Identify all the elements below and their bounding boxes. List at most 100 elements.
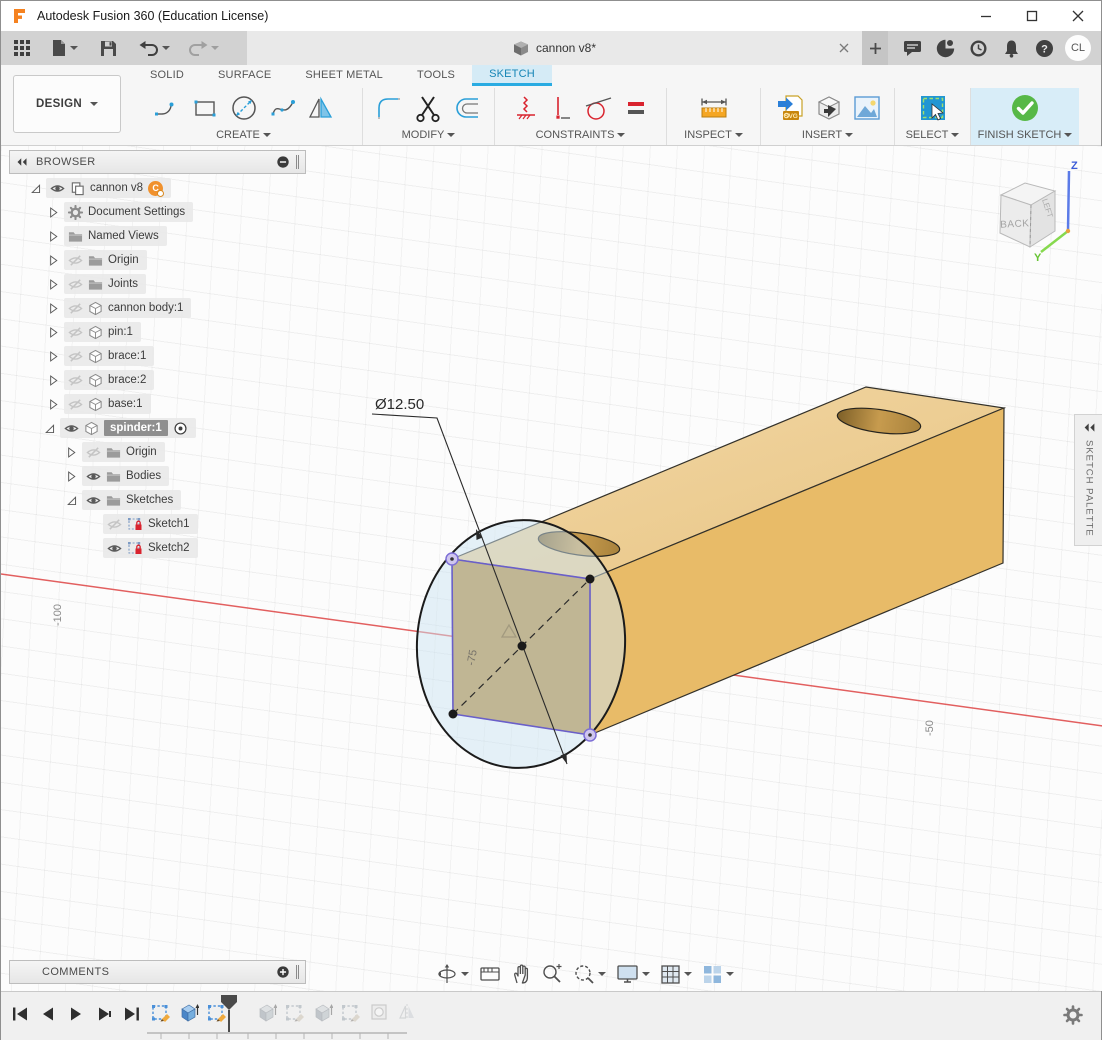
job-status-button[interactable] — [896, 31, 929, 65]
expander-closed-icon[interactable] — [47, 254, 60, 267]
tree-item-brace-2[interactable]: brace:2 — [9, 368, 306, 392]
document-tab-close-button[interactable] — [836, 40, 852, 56]
tab-tools[interactable]: TOOLS — [400, 65, 472, 86]
mirror-tool-icon[interactable] — [306, 93, 336, 123]
minimize-button[interactable] — [963, 1, 1009, 31]
visibility-off-icon[interactable] — [68, 373, 83, 388]
tab-surface[interactable]: SURFACE — [201, 65, 288, 86]
extensions-button[interactable] — [929, 31, 962, 65]
tree-item-spinder-1[interactable]: spinder:1 — [9, 416, 306, 440]
timeline-sketch-feature-1[interactable] — [147, 1000, 175, 1024]
collapse-all-icon[interactable] — [276, 155, 290, 169]
go-to-start-button[interactable] — [9, 1002, 31, 1026]
expander-closed-icon[interactable] — [47, 350, 60, 363]
app-grid-menu-button[interactable] — [7, 31, 37, 65]
zoom-button[interactable] — [538, 961, 566, 987]
visibility-off-icon[interactable] — [68, 253, 83, 268]
orbit-button[interactable] — [433, 961, 472, 987]
save-button[interactable] — [94, 31, 123, 65]
visibility-off-icon[interactable] — [68, 397, 83, 412]
view-cube[interactable]: BACK LEFT Z Y — [989, 159, 1101, 274]
timeline-sketch-feature-4[interactable] — [337, 1000, 365, 1024]
comments-bar[interactable]: COMMENTS — [9, 960, 306, 984]
display-settings-button[interactable] — [613, 961, 653, 987]
fillet-tool-icon[interactable] — [374, 93, 404, 123]
viewcube-back-face[interactable]: BACK — [1000, 218, 1030, 231]
tree-item-cannon-body-1[interactable]: cannon body:1 — [9, 296, 306, 320]
tree-item-cannon-v8[interactable]: cannon v8 C — [9, 176, 306, 200]
expander-closed-icon[interactable] — [47, 398, 60, 411]
visibility-off-icon[interactable] — [68, 325, 83, 340]
expander-open-icon[interactable] — [43, 422, 56, 435]
finish-sketch-label[interactable]: FINISH SKETCH — [978, 129, 1073, 141]
notifications-button[interactable] — [995, 31, 1028, 65]
timeline-playhead[interactable] — [220, 994, 238, 1034]
tree-item-bodies[interactable]: Bodies — [9, 464, 306, 488]
add-comment-icon[interactable] — [276, 965, 290, 979]
tree-item-sketch1[interactable]: Sketch1 — [9, 512, 306, 536]
tab-solid[interactable]: SOLID — [133, 65, 201, 86]
tab-sheet-metal[interactable]: SHEET METAL — [288, 65, 400, 86]
comments-drag-handle[interactable] — [296, 965, 299, 979]
tree-item-pin-1[interactable]: pin:1 — [9, 320, 306, 344]
tree-item-sketches[interactable]: Sketches — [9, 488, 306, 512]
grid-settings-button[interactable] — [657, 961, 695, 987]
visibility-eye-icon[interactable] — [86, 493, 101, 508]
spline-tool-icon[interactable] — [268, 93, 298, 123]
visibility-eye-icon[interactable] — [86, 469, 101, 484]
rectangle-tool-icon[interactable] — [190, 93, 220, 123]
tree-item-brace-1[interactable]: brace:1 — [9, 344, 306, 368]
redo-button[interactable] — [182, 31, 225, 65]
circle-tool-icon[interactable] — [228, 92, 260, 124]
tree-item-sketch2[interactable]: Sketch2 — [9, 536, 306, 560]
tree-item-spinder-origin[interactable]: Origin — [9, 440, 306, 464]
visibility-off-icon[interactable] — [86, 445, 101, 460]
equal-constraint-icon[interactable] — [622, 93, 650, 123]
finish-sketch-icon[interactable] — [1009, 92, 1041, 124]
offset-tool-icon[interactable] — [452, 93, 484, 123]
timeline-ruler[interactable] — [147, 1032, 407, 1040]
maximize-button[interactable] — [1009, 1, 1055, 31]
insert-svg-icon[interactable]: SVG — [774, 92, 806, 124]
step-back-button[interactable] — [37, 1002, 59, 1026]
modify-group-label[interactable]: MODIFY — [402, 129, 456, 141]
tab-sketch[interactable]: SKETCH — [472, 65, 552, 86]
activate-component-radio[interactable] — [173, 421, 188, 436]
visibility-eye-icon[interactable] — [50, 181, 65, 196]
select-group-label[interactable]: SELECT — [906, 129, 960, 141]
expander-closed-icon[interactable] — [47, 302, 60, 315]
tree-item-document-settings[interactable]: Document Settings — [9, 200, 306, 224]
history-button[interactable] — [962, 31, 995, 65]
workspace-selector[interactable]: DESIGN — [13, 75, 121, 133]
expander-closed-icon[interactable] — [47, 326, 60, 339]
tree-item-origin[interactable]: Origin — [9, 248, 306, 272]
expander-closed-icon[interactable] — [47, 278, 60, 291]
step-forward-button[interactable] — [93, 1002, 115, 1026]
file-menu-button[interactable] — [45, 31, 84, 65]
timeline-extrude-feature-3[interactable] — [309, 1000, 337, 1024]
expander-closed-icon[interactable] — [47, 230, 60, 243]
timeline-sketch-feature-3[interactable] — [281, 1000, 309, 1024]
expander-closed-icon[interactable] — [65, 446, 78, 459]
visibility-eye-icon[interactable] — [64, 421, 79, 436]
expander-closed-icon[interactable] — [65, 470, 78, 483]
select-tool-icon[interactable] — [917, 92, 949, 124]
close-button[interactable] — [1055, 1, 1101, 31]
insert-image-icon[interactable] — [852, 94, 882, 122]
viewport-canvas[interactable]: -100 -50 Ø12.50 — [1, 146, 1102, 991]
insert-group-label[interactable]: INSERT — [802, 129, 853, 141]
new-tab-button[interactable] — [862, 31, 888, 65]
viewports-button[interactable] — [699, 961, 737, 987]
insert-decal-icon[interactable] — [814, 93, 844, 123]
create-group-label[interactable]: CREATE — [216, 129, 271, 141]
timeline-mirror-feature-1[interactable] — [393, 1000, 421, 1024]
trim-tool-icon[interactable] — [412, 92, 444, 124]
tangent-constraint-icon[interactable] — [582, 93, 614, 123]
collapse-browser-icon[interactable] — [16, 156, 28, 168]
visibility-off-icon[interactable] — [68, 277, 83, 292]
expander-closed-icon[interactable] — [47, 206, 60, 219]
browser-header[interactable]: BROWSER — [9, 150, 306, 174]
vertical-constraint-icon[interactable] — [548, 93, 574, 123]
arc-tool-icon[interactable] — [152, 93, 182, 123]
go-to-end-button[interactable] — [121, 1002, 143, 1026]
